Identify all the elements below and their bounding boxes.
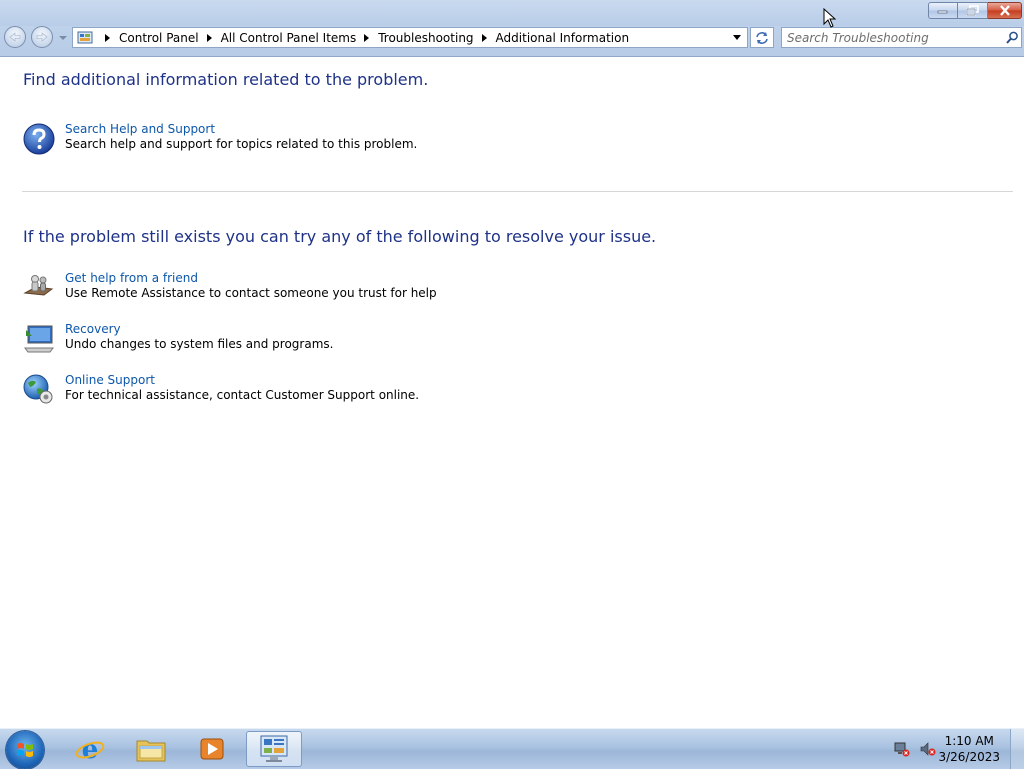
back-arrow-icon bbox=[9, 32, 21, 42]
system-tray: 1:10 AM 3/26/2023 bbox=[864, 729, 1024, 769]
get-help-friend-description: Use Remote Assistance to contact someone… bbox=[65, 286, 437, 300]
help-support-item: Search Help and Support Search help and … bbox=[22, 122, 622, 162]
close-button[interactable] bbox=[988, 2, 1022, 19]
recovery-icon bbox=[24, 325, 54, 353]
caption-buttons bbox=[928, 2, 1022, 20]
volume-muted-icon[interactable] bbox=[920, 741, 936, 757]
search-input[interactable] bbox=[782, 29, 1003, 46]
internet-explorer-icon: e bbox=[75, 735, 105, 764]
chevron-right-icon[interactable] bbox=[360, 33, 374, 42]
start-button[interactable] bbox=[6, 731, 44, 769]
show-desktop-button[interactable] bbox=[1010, 729, 1024, 769]
content-pane: Find additional information related to t… bbox=[0, 57, 1024, 728]
recovery-link[interactable]: Recovery bbox=[65, 322, 121, 336]
control-panel-icon bbox=[260, 735, 288, 762]
section2-heading: If the problem still exists you can try … bbox=[23, 227, 657, 246]
breadcrumb-additional-information[interactable]: Additional Information bbox=[496, 31, 630, 45]
search-help-support-link[interactable]: Search Help and Support bbox=[65, 122, 215, 136]
remote-assistance-icon bbox=[23, 275, 54, 296]
get-help-friend-item: Get help from a friend Use Remote Assist… bbox=[22, 271, 622, 311]
recovery-description: Undo changes to system files and program… bbox=[65, 337, 334, 351]
breadcrumb-troubleshooting[interactable]: Troubleshooting bbox=[378, 31, 473, 45]
clock-time: 1:10 AM bbox=[944, 734, 994, 748]
refresh-icon bbox=[756, 31, 768, 44]
search-box[interactable] bbox=[781, 27, 1022, 48]
search-button[interactable] bbox=[1003, 31, 1021, 44]
control-panel-icon bbox=[77, 31, 93, 43]
mouse-cursor-icon bbox=[823, 8, 837, 28]
recent-pages-dropdown-icon[interactable] bbox=[59, 34, 67, 42]
forward-button[interactable] bbox=[31, 26, 53, 48]
recovery-item: Recovery Undo changes to system files an… bbox=[22, 322, 622, 362]
section1-heading: Find additional information related to t… bbox=[23, 70, 429, 89]
back-button[interactable] bbox=[4, 26, 26, 48]
chevron-right-icon[interactable] bbox=[478, 33, 492, 42]
online-support-link[interactable]: Online Support bbox=[65, 373, 155, 387]
title-bar bbox=[0, 0, 1024, 26]
windows-logo-icon bbox=[17, 743, 33, 757]
forward-arrow-icon bbox=[36, 32, 48, 42]
network-disconnected-icon[interactable] bbox=[894, 741, 910, 757]
breadcrumb: Control Panel All Control Panel Items Tr… bbox=[97, 31, 629, 45]
navigation-bar: Control Panel All Control Panel Items Tr… bbox=[0, 26, 1024, 57]
taskbar-internet-explorer[interactable]: e bbox=[62, 731, 118, 767]
clock[interactable]: 1:10 AM 3/26/2023 bbox=[938, 733, 1000, 765]
section-divider bbox=[22, 191, 1013, 192]
address-dropdown-button[interactable] bbox=[729, 28, 745, 47]
help-question-icon bbox=[23, 123, 55, 155]
breadcrumb-all-control-panel-items[interactable]: All Control Panel Items bbox=[221, 31, 357, 45]
search-help-support-description: Search help and support for topics relat… bbox=[65, 137, 418, 151]
taskbar-media-player[interactable] bbox=[184, 731, 240, 767]
chevron-right-icon[interactable] bbox=[203, 33, 217, 42]
chevron-down-icon bbox=[733, 35, 741, 40]
refresh-button[interactable] bbox=[750, 27, 774, 48]
close-icon bbox=[999, 5, 1010, 16]
search-icon bbox=[1005, 31, 1018, 44]
clock-date: 3/26/2023 bbox=[938, 750, 1000, 764]
get-help-friend-link[interactable]: Get help from a friend bbox=[65, 271, 198, 285]
restore-button[interactable] bbox=[958, 2, 988, 19]
taskbar-control-panel[interactable] bbox=[246, 731, 302, 767]
chevron-right-icon[interactable] bbox=[101, 33, 115, 42]
address-bar[interactable]: Control Panel All Control Panel Items Tr… bbox=[72, 27, 748, 48]
windows-explorer-icon bbox=[136, 740, 166, 762]
taskbar: e 1:10 AM 3/26/2023 bbox=[0, 728, 1024, 769]
minimize-button[interactable] bbox=[928, 2, 958, 19]
svg-text:e: e bbox=[82, 735, 99, 764]
online-support-description: For technical assistance, contact Custom… bbox=[65, 388, 420, 402]
media-player-icon bbox=[200, 738, 224, 760]
globe-support-icon bbox=[23, 374, 53, 404]
restore-icon bbox=[965, 5, 979, 16]
taskbar-windows-explorer[interactable] bbox=[123, 731, 179, 767]
online-support-item: Online Support For technical assistance,… bbox=[22, 373, 622, 413]
minimize-icon bbox=[937, 10, 948, 13]
breadcrumb-control-panel[interactable]: Control Panel bbox=[119, 31, 199, 45]
